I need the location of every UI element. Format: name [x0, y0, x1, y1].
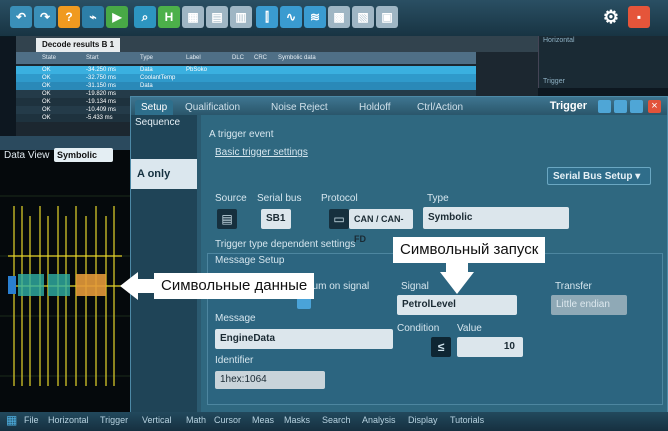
protocol-icon[interactable]: ▧ [352, 6, 374, 28]
table-row[interactable]: OK -34.250 ms Data PbSoko [16, 66, 476, 74]
message-dropdown[interactable]: EngineData [215, 329, 393, 349]
menu-trigger[interactable]: Trigger [100, 415, 128, 425]
sequence-a-only[interactable]: A only [131, 159, 197, 189]
cursor-icon[interactable]: ⫿ [256, 6, 278, 28]
run-icon[interactable]: ▶ [106, 6, 128, 28]
close-icon[interactable]: × [648, 100, 661, 113]
protocol-icon: ▭ [329, 209, 349, 229]
message-label: Message [215, 313, 256, 324]
col-dlc: DLC [232, 55, 245, 61]
spectrum-icon[interactable]: ▩ [328, 6, 350, 28]
gear-icon[interactable]: ⚙ [600, 6, 622, 28]
undock-icon[interactable] [598, 100, 611, 113]
decode-table-header: State Start Type Label DLC CRC Symbolic … [16, 52, 476, 64]
decode-tab[interactable]: Decode results B 1 [36, 38, 121, 52]
type-label: Type [427, 193, 449, 204]
table-row[interactable]: OK -31.150 ms Data [16, 82, 476, 90]
data-view-dropdown[interactable]: Symbolic [54, 148, 113, 162]
protocol-field[interactable]: CAN / CAN-FD [349, 209, 413, 244]
menu-masks[interactable]: Masks [284, 415, 310, 425]
menu-tutorials[interactable]: Tutorials [450, 415, 484, 425]
search-icon[interactable]: ▥ [230, 6, 252, 28]
callout-arrow-down [440, 262, 474, 294]
symbolic-data-callout: Символьные данные [154, 273, 315, 299]
main-toolbar: ↶ ↷ ? ⌁ ▶ ⌕ H ▦ ▤ ▥ ⫿ ∿ ≋ ▩ ▧ ▣ ⚙ ▪ [0, 0, 668, 37]
signal-dropdown[interactable]: PetrolLevel [397, 295, 517, 315]
tab-setup[interactable]: Setup [135, 100, 174, 115]
back-icon[interactable]: ↶ [10, 6, 32, 28]
source-icon[interactable]: ▤ [217, 209, 237, 229]
col-type: Type [140, 55, 154, 61]
decode-tabstrip: Decode results B 1 [16, 36, 538, 52]
enum-on-signal-label: num on signal [307, 281, 370, 292]
dialog-title: Trigger [549, 100, 587, 112]
condition-selector[interactable]: ≤ [431, 337, 451, 357]
right-info-panel: Horizontal Trigger [538, 36, 668, 88]
menu-math[interactable]: Math [186, 415, 206, 425]
trigger-label[interactable]: Trigger [539, 77, 668, 86]
serial-bus-label: Serial bus [257, 193, 302, 204]
help-icon[interactable] [630, 100, 643, 113]
bottom-menu-bar: ▦ File Horizontal Trigger Vertical Math … [0, 412, 668, 431]
col-start: Start [86, 55, 99, 61]
horizontal-label[interactable]: Horizontal [539, 36, 668, 45]
menu-search[interactable]: Search [322, 415, 351, 425]
col-state: State [42, 55, 57, 61]
serial-bus-field[interactable]: SB1 [261, 209, 291, 229]
source-label: Source [215, 193, 247, 204]
table-row[interactable]: OK -32.750 ms CoolantTemp [16, 74, 476, 82]
identifier-field[interactable]: 1hex:1064 [215, 371, 325, 389]
waveform-area [0, 136, 130, 412]
serial-bus-setup-button[interactable]: Serial Bus Setup ▾ [547, 167, 651, 185]
menu-meas[interactable]: Meas [252, 415, 274, 425]
protocol-label: Protocol [321, 193, 358, 204]
menu-analysis[interactable]: Analysis [362, 415, 396, 425]
value-field[interactable]: 10 [457, 337, 523, 357]
sequence-pane: Sequence A only [131, 115, 197, 413]
waveform-display [0, 136, 130, 386]
col-label: Label [186, 55, 201, 61]
zoom-icon[interactable]: ⌕ [134, 6, 156, 28]
measure-icon[interactable]: ▦ [182, 6, 204, 28]
close-icon[interactable]: ▪ [628, 6, 650, 28]
help-icon[interactable]: ? [58, 6, 80, 28]
setup-pane: A trigger event Basic trigger settings S… [201, 115, 667, 413]
col-crc: CRC [254, 55, 267, 61]
tab-qualification[interactable]: Qualification [179, 100, 246, 115]
tab-noise-reject[interactable]: Noise Reject [265, 100, 334, 115]
identifier-label: Identifier [215, 355, 254, 366]
menu-vertical[interactable]: Vertical [142, 415, 172, 425]
signal-label: Signal [401, 281, 429, 292]
symbolic-trigger-callout: Символьный запуск [393, 237, 546, 263]
menu-horizontal[interactable]: Horizontal [48, 415, 89, 425]
transfer-field: Little endian [551, 295, 627, 315]
dependent-settings-heading: Trigger type dependent settings [215, 239, 356, 250]
save-icon[interactable]: ▣ [376, 6, 398, 28]
math-icon[interactable]: ∿ [280, 6, 302, 28]
apps-icon[interactable]: ▦ [6, 413, 17, 427]
message-setup-label: Message Setup [215, 255, 285, 266]
autoset-icon[interactable]: ⌁ [82, 6, 104, 28]
value-label: Value [457, 323, 482, 334]
basic-settings-heading: Basic trigger settings [215, 147, 308, 158]
menu-file[interactable]: File [24, 415, 39, 425]
type-dropdown[interactable]: Symbolic [423, 207, 569, 229]
mask-icon[interactable]: ▤ [206, 6, 228, 28]
data-view-label: Data View [4, 150, 50, 161]
a-trigger-event-label: A trigger event [209, 129, 274, 140]
col-symbolic: Symbolic data [278, 55, 316, 61]
forward-icon[interactable]: ↷ [34, 6, 56, 28]
callout-arrow-left [120, 272, 156, 300]
transfer-label: Transfer [555, 281, 592, 292]
condition-label: Condition [397, 323, 440, 334]
histogram-icon[interactable]: H [158, 6, 180, 28]
tab-holdoff[interactable]: Holdoff [353, 100, 397, 115]
dialog-titlebar: Setup Qualification Noise Reject Holdoff… [131, 97, 667, 115]
fft-icon[interactable]: ≋ [304, 6, 326, 28]
menu-cursor[interactable]: Cursor [214, 415, 241, 425]
minimize-icon[interactable] [614, 100, 627, 113]
sequence-label: Sequence [135, 117, 181, 128]
tab-ctrl-action[interactable]: Ctrl/Action [411, 100, 469, 115]
menu-display[interactable]: Display [408, 415, 438, 425]
